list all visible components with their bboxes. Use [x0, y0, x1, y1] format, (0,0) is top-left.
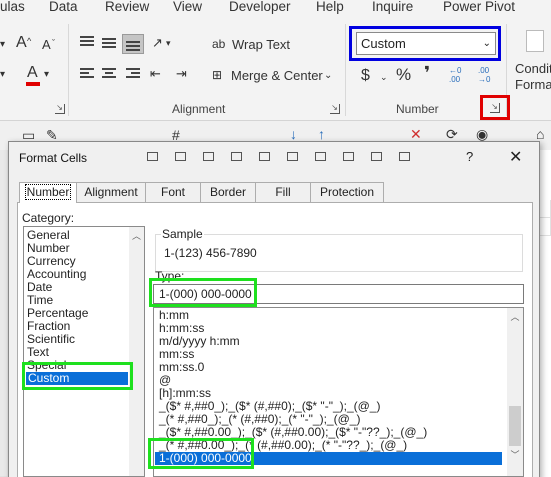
scroll-up-icon[interactable]: ︿: [507, 310, 523, 323]
increase-indent-icon[interactable]: ⇥: [176, 65, 187, 83]
selected-format-highlight: [148, 438, 254, 469]
menu-power-pivot[interactable]: Power Pivot: [443, 0, 515, 14]
align-center-button[interactable]: [100, 66, 120, 82]
dialog-toolbar-icon-10[interactable]: [399, 152, 410, 161]
align-left-button[interactable]: [78, 66, 98, 82]
number-group-label: Number: [396, 102, 439, 116]
category-label: Category:: [22, 211, 75, 225]
tab-border-label: Border: [209, 185, 247, 199]
tab-font-label: Font: [160, 185, 185, 199]
alignment-group-label: Alignment: [172, 102, 226, 116]
orientation-icon[interactable]: ↗: [152, 34, 163, 52]
menu-review[interactable]: Review: [105, 0, 149, 14]
scroll-down-icon[interactable]: ﹀: [507, 448, 523, 461]
grid-cell[interactable]: [540, 218, 551, 236]
decrease-font-caret-icon: ˇ: [52, 38, 55, 48]
sample-value: 1-(123) 456-7890: [164, 246, 257, 260]
menu-developer[interactable]: Developer: [229, 0, 291, 14]
currency-dropdown-icon[interactable]: ⌄: [380, 68, 388, 86]
tab-fill-label: Fill: [275, 185, 291, 199]
font-dialog-launcher-icon[interactable]: ↘: [55, 104, 65, 114]
tab-alignment-label: Alignment: [84, 185, 138, 199]
dialog-title: Format Cells: [19, 151, 88, 165]
tab-number-label: Number: [24, 184, 72, 200]
close-icon[interactable]: ✕: [509, 147, 522, 167]
row-header-strip: [0, 150, 8, 477]
font-color-bar: [26, 82, 40, 86]
conditional-format-label-2[interactable]: Format: [515, 76, 551, 94]
dialog-toolbar-icon-8[interactable]: [343, 152, 354, 161]
align-top-button[interactable]: [78, 34, 98, 50]
wrap-text-button[interactable]: Wrap Text: [232, 36, 290, 54]
tab-protection-label: Protection: [319, 185, 375, 199]
grid-cell[interactable]: [540, 200, 551, 218]
category-list[interactable]: General Number Currency Accounting Date …: [23, 226, 145, 477]
sample-label: Sample: [161, 227, 204, 241]
menu-inquire[interactable]: Inquire: [372, 0, 413, 14]
tab-border[interactable]: Border: [200, 182, 256, 202]
wrap-text-icon: ab: [212, 37, 226, 51]
orientation-dropdown-icon[interactable]: ▾: [166, 34, 171, 52]
currency-button[interactable]: $: [361, 67, 370, 85]
merge-dropdown-icon[interactable]: ⌄: [324, 67, 332, 85]
menu-formulas[interactable]: ulas: [0, 0, 25, 14]
dialog-toolbar-icon-3[interactable]: [203, 152, 214, 161]
scroll-up-icon[interactable]: ︿: [129, 229, 144, 242]
dialog-toolbar-icon-5[interactable]: [259, 152, 270, 161]
increase-font-caret-icon: ^: [27, 36, 32, 46]
increase-decimal-button[interactable]: ←0 .00: [449, 66, 471, 84]
dialog-toolbar-icon-7[interactable]: [315, 152, 326, 161]
font-color-button[interactable]: A: [27, 64, 38, 82]
menu-help[interactable]: Help: [316, 0, 344, 14]
align-right-button[interactable]: [124, 66, 144, 82]
dialog-toolbar-icon-9[interactable]: [371, 152, 382, 161]
align-bottom-button[interactable]: [122, 34, 144, 54]
dialog-toolbar-icon-1[interactable]: [147, 152, 158, 161]
scroll-thumb[interactable]: [509, 406, 521, 446]
fill-dropdown-edge[interactable]: ▾: [0, 66, 5, 84]
merge-center-icon: ⊞: [212, 68, 223, 82]
increase-font-button[interactable]: A: [16, 34, 27, 52]
alignment-dialog-launcher-icon[interactable]: ↘: [330, 104, 340, 114]
menu-bar: ulas Data Review View Developer Help Inq…: [0, 0, 551, 18]
separator: [345, 24, 346, 116]
tab-alignment[interactable]: Alignment: [76, 182, 146, 202]
custom-category-highlight: [22, 362, 133, 390]
conditional-format-icon: [526, 30, 544, 52]
font-color-dropdown-icon[interactable]: ▾: [44, 66, 49, 84]
decrease-decimal-label: .00 →0: [478, 66, 491, 84]
ribbon: ulas Data Review View Developer Help Inq…: [0, 0, 551, 120]
decrease-indent-icon[interactable]: ⇤: [150, 65, 161, 83]
tab-number[interactable]: Number: [19, 182, 77, 203]
decrease-decimal-button[interactable]: .00 →0: [478, 66, 500, 84]
dialog-toolbar-icon-2[interactable]: [175, 152, 186, 161]
dialog-toolbar-icon-4[interactable]: [231, 152, 242, 161]
number-launcher-highlight: [480, 95, 510, 120]
menu-view[interactable]: View: [173, 0, 202, 14]
merge-center-button[interactable]: Merge & Center: [231, 67, 323, 85]
decrease-font-button[interactable]: A: [42, 36, 51, 54]
align-middle-button[interactable]: [100, 34, 120, 50]
category-scrollbar[interactable]: ︿: [129, 227, 144, 476]
tab-font[interactable]: Font: [145, 182, 201, 202]
number-format-highlight: [349, 26, 501, 61]
tab-fill[interactable]: Fill: [255, 182, 311, 202]
dialog-toolbar-icon-6[interactable]: [287, 152, 298, 161]
font-size-dropdown-edge[interactable]: ▾: [0, 36, 5, 54]
menu-data[interactable]: Data: [49, 0, 78, 14]
format-list-scrollbar[interactable]: ︿ ﹀: [507, 308, 523, 476]
separator: [68, 24, 69, 116]
tab-protection[interactable]: Protection: [310, 182, 384, 202]
comma-style-button[interactable]: ❜: [424, 64, 430, 82]
type-input-highlight: [149, 278, 257, 307]
percent-button[interactable]: %: [396, 66, 411, 84]
help-button[interactable]: ?: [466, 149, 473, 164]
increase-decimal-label: ←0 .00: [449, 66, 462, 84]
